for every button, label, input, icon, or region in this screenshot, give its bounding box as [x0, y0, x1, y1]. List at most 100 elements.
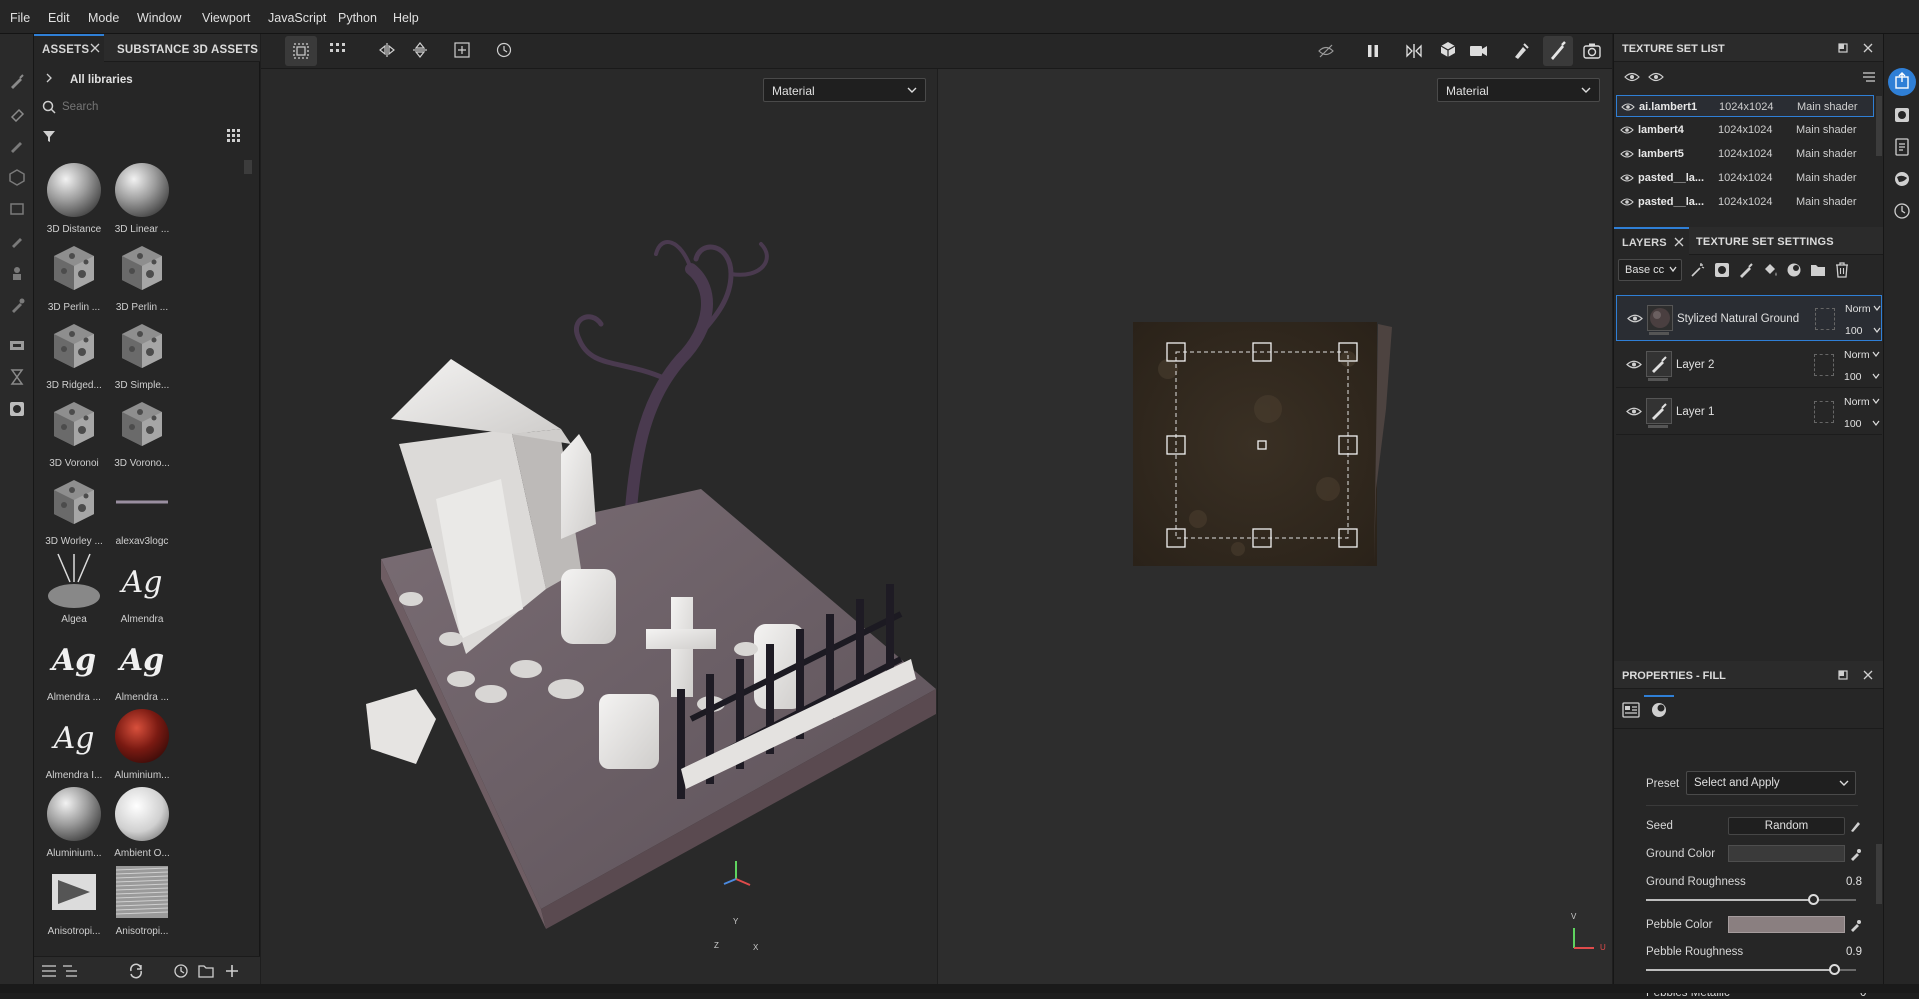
texture-set-row[interactable]: lambert5 1024x1024 Main shader [1616, 143, 1874, 165]
eye-icon[interactable] [1627, 312, 1643, 325]
add-effect-icon[interactable] [1786, 262, 1802, 278]
hourglass-icon[interactable] [8, 368, 26, 386]
projection-icon[interactable] [8, 136, 26, 154]
asset-item[interactable]: Anisotropi... [40, 862, 108, 937]
texture-set-shader[interactable]: Main shader [1796, 172, 1857, 184]
eraser-icon[interactable] [8, 104, 26, 122]
texture-set-row[interactable]: pasted__la... 1024x1024 Main shader [1616, 191, 1874, 213]
clone-icon[interactable] [8, 232, 26, 250]
color-picker-icon[interactable] [8, 296, 26, 314]
menu-window[interactable]: Window [137, 11, 181, 25]
tab-assets[interactable]: ASSETS [34, 34, 104, 62]
asset-item[interactable]: Ag Almendra ... [108, 628, 176, 703]
layer-blend-mode[interactable]: Norm [1844, 349, 1870, 361]
search-input[interactable] [62, 96, 252, 118]
magic-wand-icon[interactable] [1690, 262, 1706, 278]
layer-mask-slot[interactable] [1814, 401, 1834, 423]
eye-icon[interactable] [1626, 358, 1642, 371]
undock-icon[interactable] [1838, 43, 1848, 53]
layer-properties-icon[interactable] [1622, 701, 1640, 719]
asset-item[interactable]: alexav3logc [108, 472, 176, 547]
hide-icon[interactable] [1317, 42, 1335, 60]
layer-opacity[interactable]: 100 [1844, 418, 1862, 430]
delete-icon[interactable] [1834, 262, 1850, 278]
tab-texture-set-settings[interactable]: TEXTURE SET SETTINGS [1696, 236, 1834, 248]
tab-substance-3d-assets[interactable]: SUBSTANCE 3D ASSETS [117, 44, 258, 56]
texture-set-shader[interactable]: Main shader [1796, 124, 1857, 136]
eye-icon[interactable] [1648, 70, 1664, 84]
asset-item[interactable]: 3D Simple... [108, 316, 176, 391]
layer-row[interactable]: Layer 2 Norm 100 [1616, 342, 1882, 388]
viewport-3d[interactable]: Material Y Z X [261, 69, 937, 984]
asset-item[interactable]: 3D Perlin ... [108, 238, 176, 313]
folder-icon[interactable] [198, 964, 214, 978]
display-settings-icon[interactable] [1893, 106, 1911, 124]
menu-help[interactable]: Help [393, 11, 419, 25]
export-button[interactable] [1888, 68, 1916, 96]
texture-set-scrollbar[interactable] [1876, 96, 1882, 156]
eye-icon[interactable] [1620, 148, 1634, 160]
smudge-icon[interactable] [8, 200, 26, 218]
layer-row[interactable]: Layer 1 Norm 100 [1616, 389, 1882, 435]
layer-blend-mode[interactable]: Norm [1845, 303, 1871, 315]
eye-icon[interactable] [1620, 196, 1634, 208]
paint-mode-button[interactable] [1543, 36, 1573, 66]
asset-item[interactable]: 3D Ridged... [40, 316, 108, 391]
asset-scrollbar[interactable] [244, 160, 252, 174]
selection-mode-button[interactable] [285, 36, 317, 66]
texture-set-shader[interactable]: Main shader [1796, 196, 1857, 208]
layer-opacity[interactable]: 100 [1844, 371, 1862, 383]
split-view-icon[interactable] [1405, 42, 1427, 60]
asset-item[interactable]: 3D Perlin ... [40, 238, 108, 313]
asset-item[interactable]: 3D Distance [40, 160, 108, 235]
menu-icon[interactable] [1862, 71, 1876, 83]
seed-random-button[interactable]: Random [1728, 817, 1845, 835]
menu-edit[interactable]: Edit [48, 11, 70, 25]
pebble-color-swatch[interactable] [1728, 916, 1845, 933]
layer-mask-slot[interactable] [1814, 354, 1834, 376]
add-mask-icon[interactable] [1714, 262, 1730, 278]
preset-select[interactable]: Select and Apply [1686, 771, 1856, 795]
refresh-icon[interactable] [128, 963, 146, 979]
reset-view-icon[interactable] [495, 41, 513, 59]
asset-item[interactable]: 3D Linear ... [108, 160, 176, 235]
menu-viewport[interactable]: Viewport [202, 11, 250, 25]
slider-handle[interactable] [1808, 894, 1819, 905]
filter-icon[interactable] [42, 129, 58, 145]
material-tab[interactable] [1644, 695, 1674, 725]
asset-item[interactable]: Ag Almendra ... [40, 628, 108, 703]
menu-file[interactable]: File [10, 11, 30, 25]
bake-settings-icon[interactable] [1511, 41, 1531, 61]
paint-brush-icon[interactable] [8, 72, 26, 90]
close-icon[interactable] [1862, 42, 1874, 54]
texture-set-shader[interactable]: Main shader [1796, 148, 1857, 160]
asset-item[interactable]: 3D Vorono... [108, 394, 176, 469]
add-folder-icon[interactable] [1810, 262, 1826, 278]
asset-item[interactable]: Ag Almendra I... [40, 706, 108, 781]
display-settings-icon[interactable] [8, 400, 26, 418]
collapse-icon[interactable] [62, 964, 78, 978]
mirror-vertical-icon[interactable] [411, 41, 429, 59]
pebble-roughness-slider[interactable] [1646, 964, 1856, 975]
all-libraries-link[interactable]: All libraries [70, 74, 133, 86]
screenshot-icon[interactable] [1583, 42, 1603, 60]
visibility-toggle-icon[interactable] [1624, 70, 1640, 84]
history-icon[interactable] [1893, 202, 1911, 220]
menu-javascript[interactable]: JavaScript [268, 11, 326, 25]
undock-icon[interactable] [1838, 670, 1848, 680]
eye-icon[interactable] [1621, 101, 1635, 113]
pause-icon[interactable] [1365, 43, 1381, 59]
list-view-icon[interactable] [41, 964, 57, 978]
channel-select[interactable]: Base cc [1618, 259, 1682, 281]
camera-icon[interactable] [1469, 42, 1491, 60]
layer-mask-slot[interactable] [1815, 308, 1835, 330]
eye-icon[interactable] [1620, 124, 1634, 136]
edit-icon[interactable] [1849, 819, 1861, 833]
layer-opacity[interactable]: 100 [1845, 325, 1863, 337]
geometry-fill-icon[interactable] [8, 168, 26, 186]
menu-mode[interactable]: Mode [88, 11, 119, 25]
ground-color-swatch[interactable] [1728, 845, 1845, 862]
asset-item[interactable]: Anisotropi... [108, 862, 176, 937]
asset-item[interactable]: 3D Worley ... [40, 472, 108, 547]
chevron-right-icon[interactable] [44, 72, 54, 84]
